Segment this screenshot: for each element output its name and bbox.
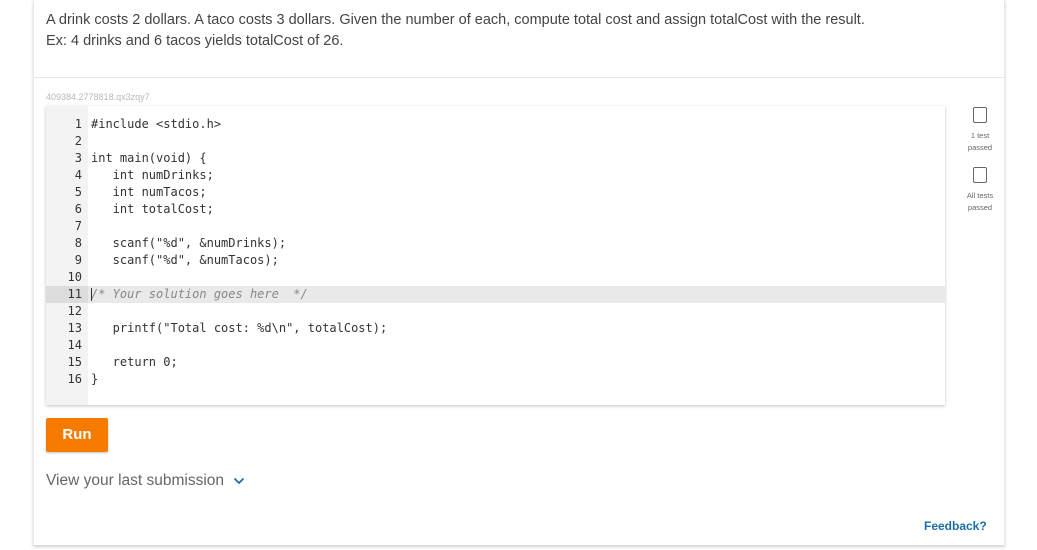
test-label-line2: passed	[967, 203, 993, 212]
code-text[interactable]: int numDrinks;	[91, 167, 214, 184]
code-line[interactable]: 12	[46, 303, 945, 320]
code-text[interactable]: }	[91, 371, 98, 388]
code-line[interactable]: 13 printf("Total cost: %d\n", totalCost)…	[46, 320, 945, 337]
test-label-line1: All tests	[966, 191, 994, 200]
line-number: 13	[67, 321, 82, 335]
line-number: 2	[74, 134, 82, 148]
line-number: 15	[67, 355, 82, 369]
divider	[34, 77, 1004, 78]
line-number: 9	[74, 253, 82, 267]
code-line[interactable]: 5 int numTacos;	[46, 184, 945, 201]
prompt-line-2: Ex: 4 drinks and 6 tacos yields totalCos…	[46, 33, 344, 49]
view-submission-label: View your last submission	[46, 472, 225, 489]
code-text[interactable]: printf("Total cost: %d\n", totalCost);	[91, 320, 388, 337]
code-text[interactable]: return 0;	[91, 354, 178, 371]
view-last-submission-toggle[interactable]: View your last submission	[46, 472, 245, 490]
line-number: 10	[67, 270, 82, 284]
code-text[interactable]: scanf("%d", &numTacos);	[91, 252, 279, 269]
feedback-link[interactable]: Feedback?	[924, 519, 987, 533]
code-line[interactable]: 1 #include <stdio.h>	[46, 116, 945, 133]
code-editor[interactable]: 1 #include <stdio.h> 2 3 int main(void) {4 i…	[46, 106, 945, 405]
code-line[interactable]: 2	[46, 133, 945, 150]
line-number: 4	[74, 168, 82, 182]
challenge-id: 409384.2778818.qx3zqy7	[46, 92, 150, 102]
code-text[interactable]: /* Your solution goes here */	[91, 286, 308, 303]
code-text[interactable]: int totalCost;	[91, 201, 214, 218]
checkbox-icon	[973, 167, 987, 183]
test-status-all: All tests passed	[962, 167, 998, 214]
code-line[interactable]: 7	[46, 218, 945, 235]
code-line[interactable]: 10	[46, 269, 945, 286]
code-line[interactable]: 4 int numDrinks;	[46, 167, 945, 184]
code-lines[interactable]: 1 #include <stdio.h> 2 3 int main(void) {4 i…	[46, 116, 945, 388]
code-text[interactable]: int numTacos;	[91, 184, 207, 201]
line-number: 11	[46, 286, 88, 303]
line-number: 7	[74, 219, 82, 233]
line-number: 3	[74, 151, 82, 165]
code-line[interactable]: 11/* Your solution goes here */	[46, 286, 945, 303]
line-number: 6	[74, 202, 82, 216]
code-line[interactable]: 14	[46, 337, 945, 354]
code-text[interactable]: #include <stdio.h>	[91, 116, 221, 133]
prompt-line-1: A drink costs 2 dollars. A taco costs 3 …	[46, 12, 865, 28]
checkbox-icon	[973, 107, 987, 123]
line-number: 1	[74, 117, 82, 131]
run-button[interactable]: Run	[46, 418, 108, 452]
test-label-line2: passed	[967, 143, 993, 152]
code-line[interactable]: 15 return 0;	[46, 354, 945, 371]
code-text[interactable]: int main(void) {	[91, 150, 207, 167]
challenge-prompt: A drink costs 2 dollars. A taco costs 3 …	[46, 10, 966, 52]
text-cursor	[91, 288, 92, 301]
line-number: 14	[67, 338, 82, 352]
line-number: 12	[67, 304, 82, 318]
code-line[interactable]: 9 scanf("%d", &numTacos);	[46, 252, 945, 269]
code-line[interactable]: 3 int main(void) {	[46, 150, 945, 167]
line-number: 8	[74, 236, 82, 250]
chevron-down-icon	[233, 477, 245, 485]
test-status-1: 1 test passed	[962, 107, 998, 154]
test-label-line1: 1 test	[970, 131, 990, 140]
line-number: 16	[67, 372, 82, 386]
code-line[interactable]: 8 scanf("%d", &numDrinks);	[46, 235, 945, 252]
line-number: 5	[74, 185, 82, 199]
code-line[interactable]: 6 int totalCost;	[46, 201, 945, 218]
challenge-card: A drink costs 2 dollars. A taco costs 3 …	[33, 0, 1005, 545]
code-text[interactable]: scanf("%d", &numDrinks);	[91, 235, 286, 252]
code-line[interactable]: 16}	[46, 371, 945, 388]
